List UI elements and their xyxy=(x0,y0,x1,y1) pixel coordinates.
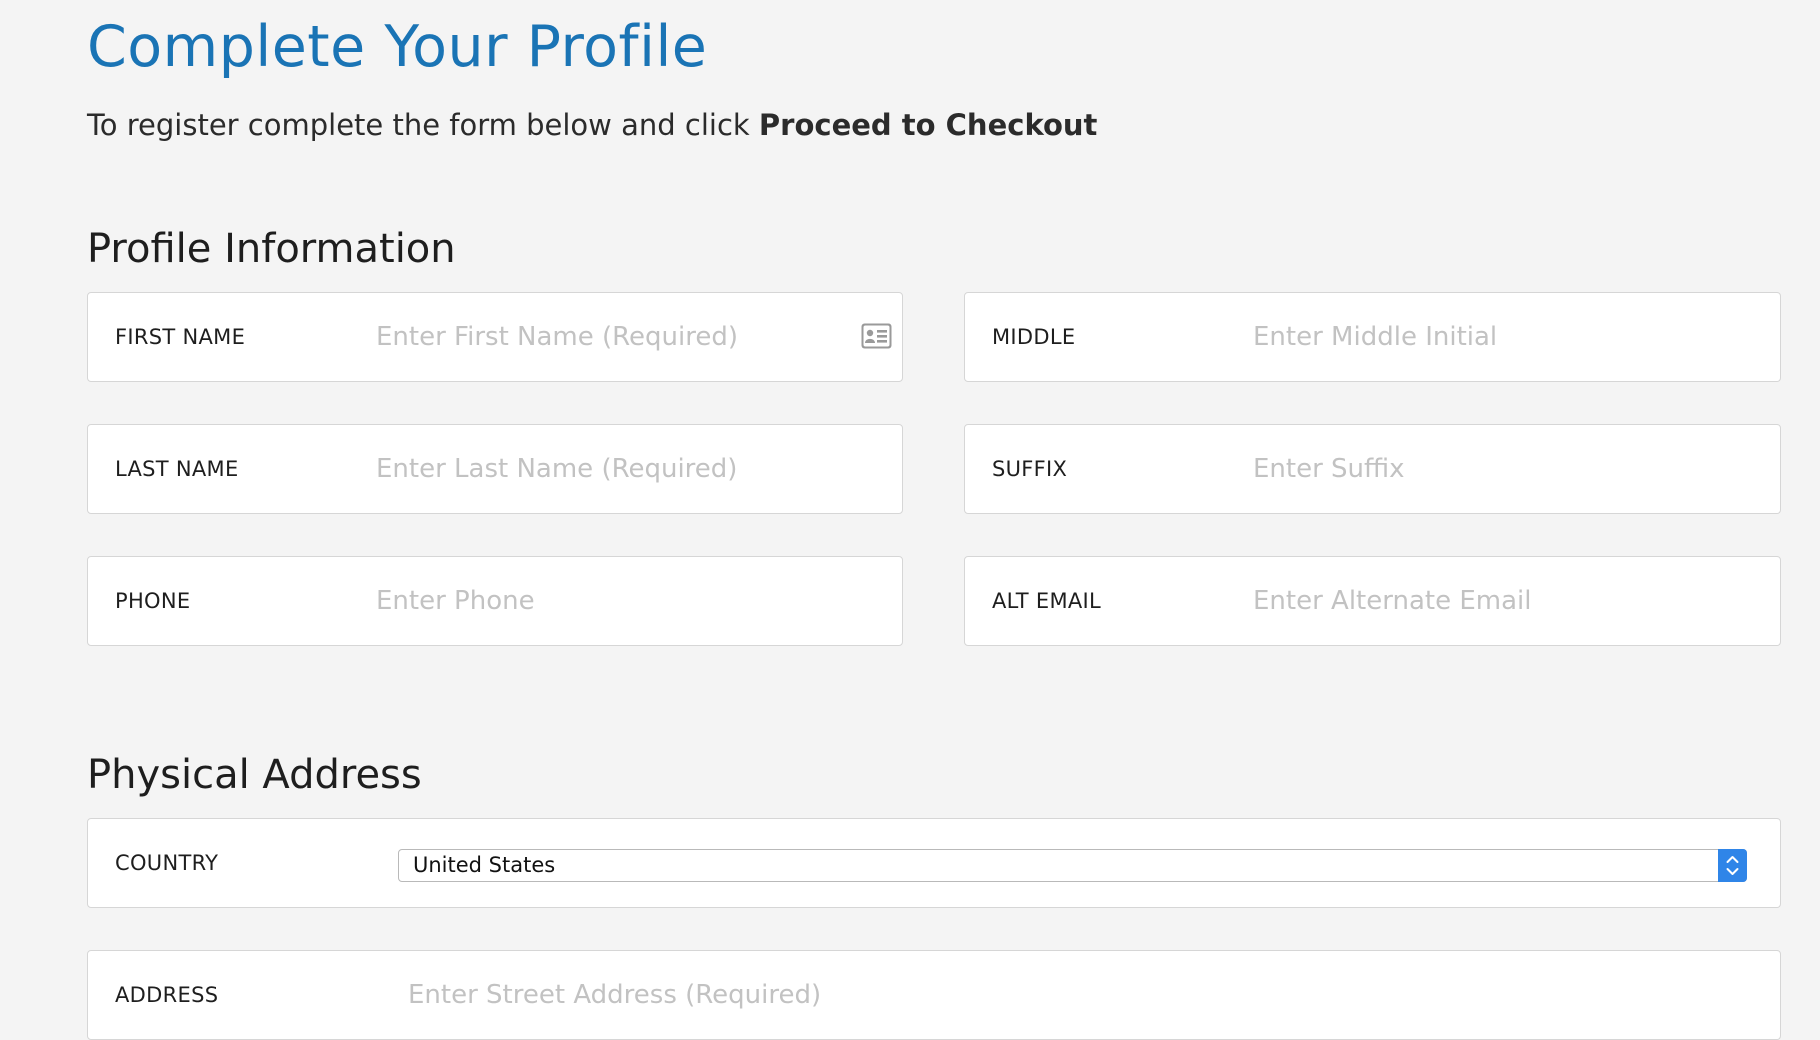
suffix-input[interactable] xyxy=(1251,443,1710,495)
suffix-label: SUFFIX xyxy=(992,457,1068,481)
page-title: Complete Your Profile xyxy=(87,14,708,80)
first-name-row: FIRST NAME xyxy=(87,292,903,382)
last-name-row: LAST NAME xyxy=(87,424,903,514)
address-label: ADDRESS xyxy=(115,983,219,1007)
alt-email-label: ALT EMAIL xyxy=(992,589,1102,613)
first-name-input[interactable] xyxy=(374,311,832,363)
country-selected-value: United States xyxy=(413,853,556,877)
select-arrows-icon[interactable] xyxy=(1718,849,1747,882)
phone-row: PHONE xyxy=(87,556,903,646)
address-section-heading: Physical Address xyxy=(87,752,422,798)
page-subtitle: To register complete the form below and … xyxy=(87,108,1097,142)
first-name-label: FIRST NAME xyxy=(115,325,246,349)
phone-input[interactable] xyxy=(374,575,832,627)
country-row: COUNTRY United States xyxy=(87,818,1781,908)
contact-card-icon[interactable] xyxy=(861,323,892,349)
subtitle-action-name: Proceed to Checkout xyxy=(758,108,1098,142)
country-label: COUNTRY xyxy=(115,851,219,875)
phone-label: PHONE xyxy=(115,589,191,613)
middle-row: MIDDLE xyxy=(964,292,1781,382)
alt-email-input[interactable] xyxy=(1251,575,1710,627)
suffix-row: SUFFIX xyxy=(964,424,1781,514)
country-select[interactable]: United States xyxy=(398,849,1747,882)
address-input[interactable] xyxy=(406,969,1710,1021)
alt-email-row: ALT EMAIL xyxy=(964,556,1781,646)
address-row: ADDRESS xyxy=(87,950,1781,1040)
profile-section-heading: Profile Information xyxy=(87,226,456,272)
middle-input[interactable] xyxy=(1251,311,1710,363)
subtitle-text: To register complete the form below and … xyxy=(87,108,759,142)
middle-label: MIDDLE xyxy=(992,325,1076,349)
last-name-label: LAST NAME xyxy=(115,457,239,481)
last-name-input[interactable] xyxy=(374,443,832,495)
